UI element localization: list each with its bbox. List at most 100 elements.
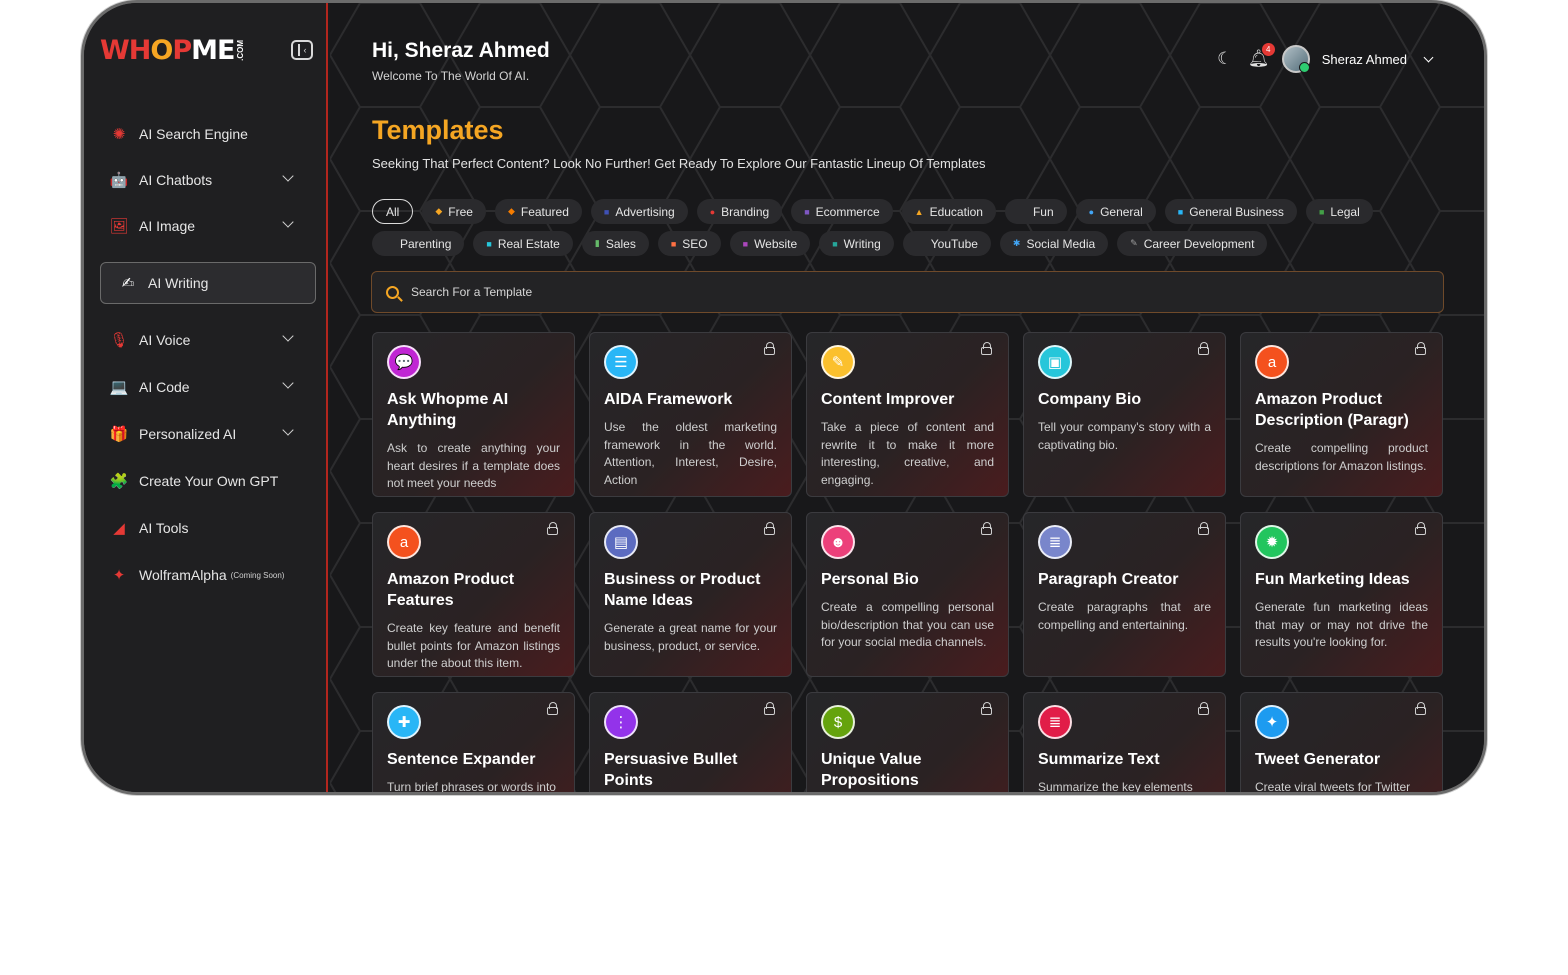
filter-chip-general-business[interactable]: ■ General Business	[1164, 199, 1297, 224]
filter-chip-real-estate[interactable]: ■ Real Estate	[473, 231, 573, 256]
template-card[interactable]: ≣ Paragraph Creator Create paragraphs that…	[1023, 512, 1226, 677]
sidebar-item-label: AI Search Engine	[139, 126, 248, 142]
filter-chip-label: Real Estate	[497, 236, 560, 251]
category-icon: ■	[1318, 206, 1325, 217]
template-card[interactable]: a Amazon Product Features Create key featu…	[372, 512, 575, 677]
filter-chip-label: YouTube	[930, 236, 978, 251]
template-title: Ask Whopme AI Anything	[387, 391, 509, 429]
filter-chip-label: Ecommerce	[815, 204, 880, 219]
filter-chip-youtube[interactable]: YouTube	[902, 231, 991, 256]
notification-badge: 4	[1261, 43, 1275, 56]
filter-chip-featured[interactable]: ◆ Featured	[494, 199, 582, 224]
template-title: Amazon Product Features	[387, 571, 515, 609]
filter-chip-label: Branding	[721, 204, 770, 219]
main-content: Hi, Sheraz Ahmed Welcome To The World Of…	[330, 3, 1484, 792]
chevron-down-icon[interactable]	[282, 216, 294, 228]
filter-chip-parenting[interactable]: Parenting	[372, 231, 465, 256]
template-icon: a	[387, 525, 421, 559]
template-description: Create key feature and benefit bullet po…	[387, 621, 560, 670]
category-icon: ■	[486, 238, 492, 249]
category-icon: ■	[742, 238, 749, 249]
sidebar-item-label: AI Image	[139, 218, 196, 234]
template-card[interactable]: ✦ Tweet Generator Create viral tweets for …	[1240, 692, 1443, 792]
lock-icon	[981, 342, 992, 355]
template-card[interactable]: ✚ Sentence Expander Turn brief phrases or …	[372, 692, 575, 792]
sidebar-item-ai-code[interactable]: 💻 AI Code	[108, 374, 308, 400]
category-icon: ■	[603, 206, 610, 217]
template-card[interactable]: $ Unique Value Propositions	[806, 692, 1009, 792]
sidebar: WHOPME .COM ‹ ✺ AI Search Engine 🤖 AI Chatb…	[84, 3, 328, 792]
template-title: Paragraph Creator	[1038, 571, 1179, 588]
filter-chip-ecommerce[interactable]: ■ Ecommerce	[791, 199, 893, 224]
filter-chip-sales[interactable]: ▮ Sales	[581, 231, 649, 256]
template-icon: ✹	[1255, 525, 1289, 559]
chevron-down-icon[interactable]	[282, 424, 294, 436]
filter-chip-seo[interactable]: ■ SEO	[657, 231, 721, 256]
lock-icon	[1198, 342, 1209, 355]
user-name[interactable]: Sheraz Ahmed	[1322, 52, 1407, 67]
template-card[interactable]: ✹ Fun Marketing Ideas Generate fun marketi…	[1240, 512, 1443, 677]
avatar[interactable]	[1281, 45, 1310, 73]
sidebar-item-label: AI Writing	[148, 275, 209, 291]
sidebar-collapse-button[interactable]: ‹	[291, 40, 313, 60]
filter-chip-label: Parenting	[400, 236, 452, 251]
chevron-down-icon[interactable]	[282, 330, 294, 342]
search-input[interactable]: Search For a Template	[371, 271, 1444, 313]
template-card[interactable]: ☻ Personal Bio Create a compelling persona…	[806, 512, 1009, 677]
template-card[interactable]: 💬 Ask Whopme AI Anything Ask to create any…	[372, 332, 575, 497]
filter-chip-label: Sales	[605, 236, 636, 251]
filter-chip-free[interactable]: ◆ Free	[422, 199, 486, 224]
sidebar-item-ai-voice[interactable]: 🎙 AI Voice	[108, 327, 308, 353]
lock-icon	[1198, 522, 1209, 535]
filter-chip-legal[interactable]: ■ Legal	[1305, 199, 1373, 224]
filter-chip-fun[interactable]: Fun	[1004, 199, 1067, 224]
filter-chip-branding[interactable]: ● Branding	[696, 199, 783, 224]
sidebar-item-ai-chatbots[interactable]: 🤖 AI Chatbots	[108, 167, 308, 193]
chevron-down-icon[interactable]	[1423, 52, 1434, 62]
filter-chip-website[interactable]: ■ Website	[729, 231, 811, 256]
sidebar-item-label: AI Voice	[139, 332, 191, 348]
filter-chip-career-development[interactable]: ✎ Career Development	[1117, 231, 1268, 256]
sidebar-item-create-your-own-gpt[interactable]: 🧩 Create Your Own GPT	[108, 468, 308, 494]
filter-chip-general[interactable]: ● General	[1075, 199, 1156, 224]
filter-chip-advertising[interactable]: ■ Advertising	[590, 199, 688, 224]
template-title: Tweet Generator	[1255, 751, 1381, 768]
template-title: Fun Marketing Ideas	[1255, 571, 1410, 588]
template-card[interactable]: ✎ Content Improver Take a piece of content…	[806, 332, 1009, 497]
category-icon: ■	[670, 238, 677, 249]
welcome-text: Welcome To The World Of AI.	[372, 69, 530, 83]
sidebar-item-wolframalpha[interactable]: ✦ WolframAlpha (Coming Soon)	[108, 562, 308, 588]
filter-chip-all[interactable]: All	[372, 199, 414, 224]
template-title: Sentence Expander	[387, 751, 536, 768]
page-subtitle: Seeking That Perfect Content? Look No Fu…	[372, 156, 986, 171]
logo-part-wh: WH	[100, 34, 151, 66]
sidebar-item-personalized-ai[interactable]: 🎁 Personalized AI	[108, 421, 308, 447]
chevron-down-icon[interactable]	[282, 377, 294, 389]
sidebar-item-icon: 🧩	[109, 473, 129, 490]
sidebar-item-ai-search-engine[interactable]: ✺ AI Search Engine	[108, 121, 308, 147]
sidebar-item-ai-image[interactable]: 🖼 AI Image	[108, 213, 308, 239]
sidebar-item-ai-tools[interactable]: ◢ AI Tools	[108, 515, 308, 541]
brand-logo[interactable]: WHOPME .COM	[100, 33, 245, 67]
sidebar-item-ai-writing[interactable]: ✍ AI Writing	[100, 262, 316, 304]
filter-chip-education[interactable]: ▲ Education	[901, 199, 996, 224]
template-card[interactable]: ☰ AIDA Framework Use the oldest marketing …	[589, 332, 792, 497]
template-card[interactable]: a Amazon Product Description (Paragr) Crea…	[1240, 332, 1443, 497]
template-card[interactable]: ⋮ Persuasive Bullet Points	[589, 692, 792, 792]
filter-chip-label: Education	[929, 204, 983, 219]
template-card[interactable]: ≣ Summarize Text Summarize the key element…	[1023, 692, 1226, 792]
category-filters: All ◆ Free ◆ Featured ■ Advertising ● Branding ■ E…	[372, 199, 1452, 263]
lock-icon	[1415, 522, 1426, 535]
moon-icon[interactable]: ☾	[1214, 48, 1236, 70]
filter-chip-writing[interactable]: ■ Writing	[819, 231, 894, 256]
template-card[interactable]: ▣ Company Bio Tell your company's story wi…	[1023, 332, 1226, 497]
sidebar-item-label: AI Code	[139, 379, 190, 395]
template-card[interactable]: ▤ Business or Product Name Ideas Generate …	[589, 512, 792, 677]
bell-icon[interactable]: 🔔︎ 4	[1248, 43, 1275, 70]
filter-chip-social-media[interactable]: ✱ Social Media	[999, 231, 1109, 256]
template-title: Summarize Text	[1038, 751, 1160, 768]
template-icon: ☻	[821, 525, 855, 559]
filter-chip-label: Career Development	[1143, 236, 1255, 251]
topbar-actions: ☾ 🔔︎ 4 Sheraz Ahmed	[1214, 43, 1434, 73]
chevron-down-icon[interactable]	[282, 170, 294, 182]
